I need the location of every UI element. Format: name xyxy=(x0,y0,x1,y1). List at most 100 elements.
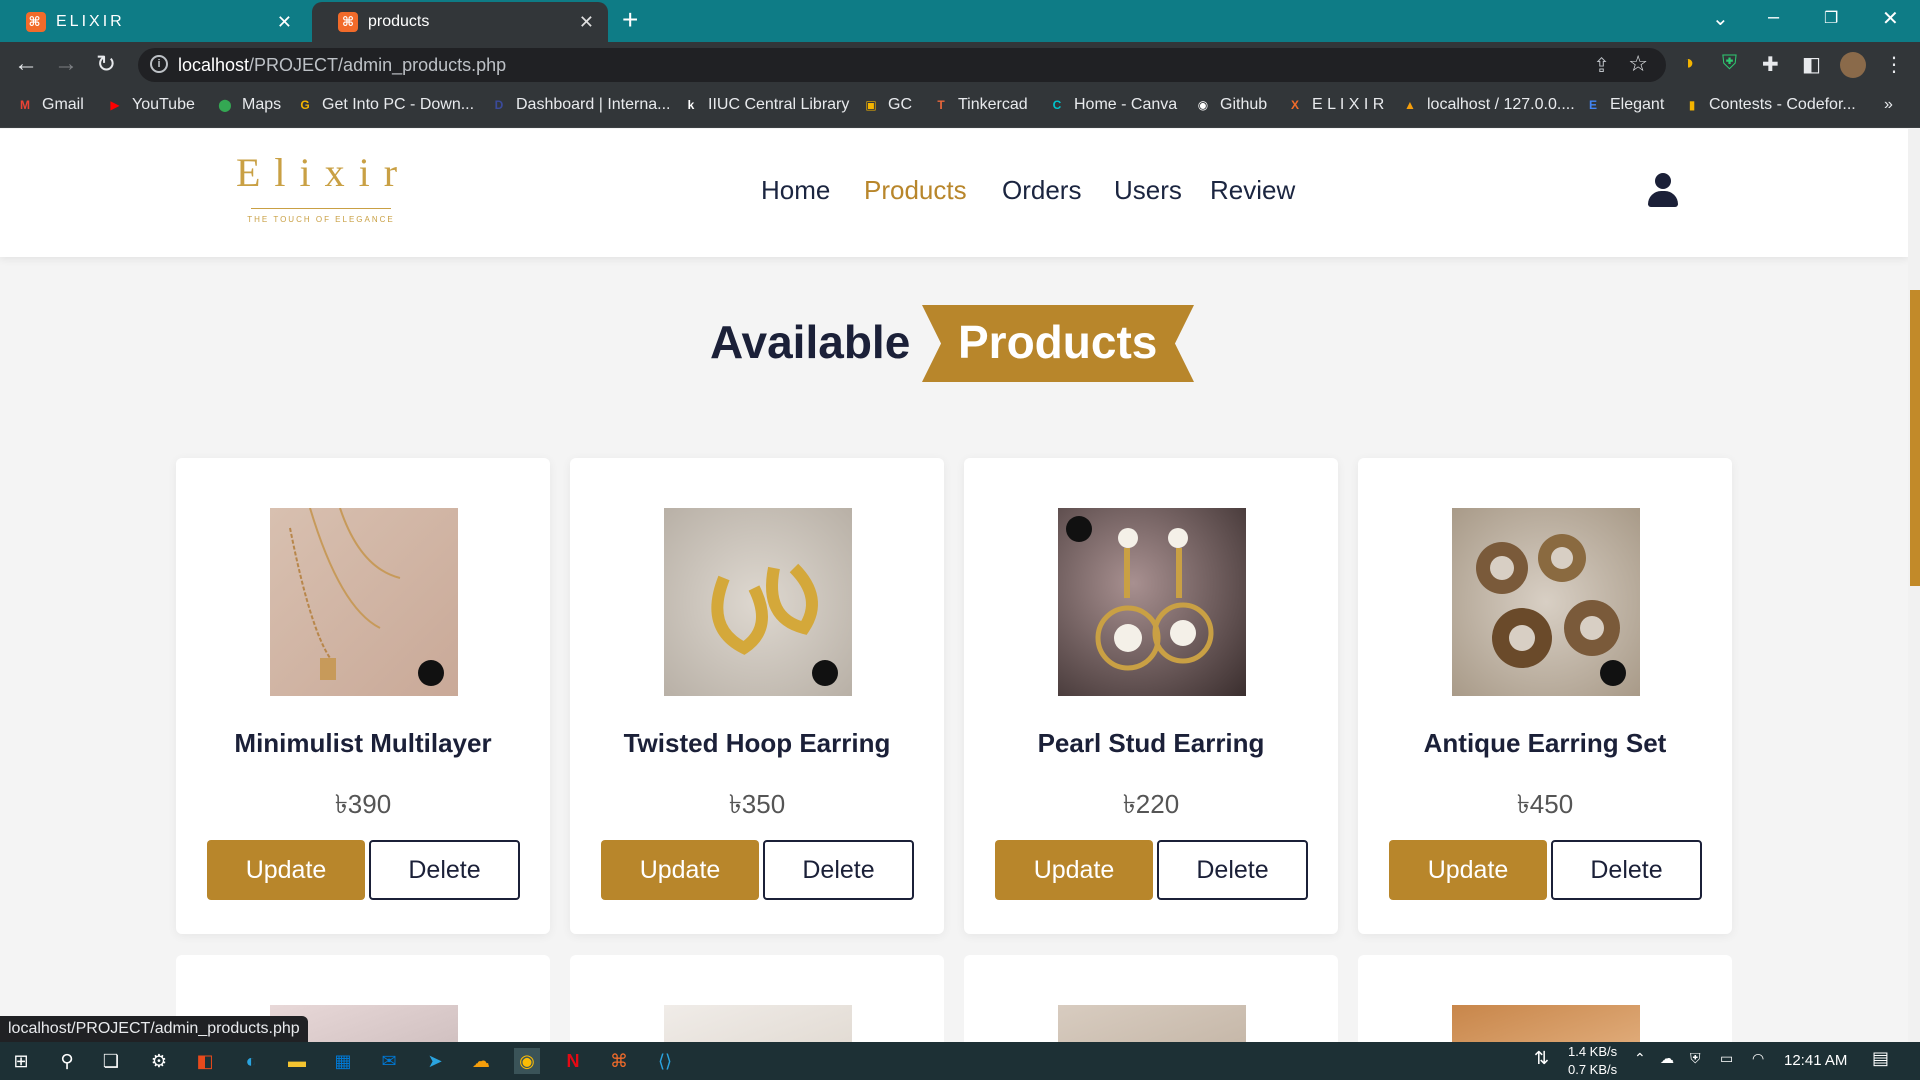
new-tab-icon[interactable]: + xyxy=(622,4,638,36)
nav-home[interactable]: Home xyxy=(761,175,830,206)
bookmark-label: localhost / 127.0.0.... xyxy=(1427,96,1575,113)
windows-taskbar: ⊞ ⚲ ❏ ⚙ ◧ ◐ ▬ ▦ ✉ ➤ ☁ ◉ N ⌘ ⟨⟩ ⇅ 1.4 KB/… xyxy=(0,1042,1920,1080)
reload-icon[interactable]: ↻ xyxy=(96,50,116,79)
site-info-icon[interactable]: i xyxy=(150,55,168,73)
bookmark-item[interactable]: M Gmail xyxy=(16,96,84,114)
search-icon[interactable]: ⚲ xyxy=(54,1048,80,1074)
user-icon[interactable] xyxy=(1648,173,1678,207)
nav-review[interactable]: Review xyxy=(1210,175,1295,206)
product-image xyxy=(1058,1005,1246,1042)
bookmark-item[interactable]: ◉ Github xyxy=(1194,96,1267,114)
share-icon[interactable]: ⇪ xyxy=(1593,53,1610,78)
clock[interactable]: 12:41 AM xyxy=(1784,1052,1847,1069)
wifi-icon[interactable]: ◠ xyxy=(1752,1050,1764,1067)
show-hidden-icon[interactable]: ⌃ xyxy=(1634,1050,1646,1067)
close-icon[interactable]: ✕ xyxy=(277,12,292,33)
bookmark-favicon-icon: ◉ xyxy=(1197,98,1209,112)
back-icon[interactable]: ← xyxy=(14,50,38,78)
address-bar[interactable]: i localhost/PROJECT/admin_products.php ⇪… xyxy=(138,48,1666,82)
edge-icon[interactable]: ◐ xyxy=(238,1048,264,1074)
scrollbar-thumb[interactable] xyxy=(1910,290,1920,586)
bookmark-item[interactable]: D Dashboard | Interna... xyxy=(490,96,671,114)
site-header: Elixir THE TOUCH OF ELEGANCE Home Produc… xyxy=(0,129,1908,257)
product-price: ৳350 xyxy=(728,789,786,819)
product-card: Minimulist Multilayer ৳390 Update Delete xyxy=(176,458,550,934)
nav-orders[interactable]: Orders xyxy=(1002,175,1081,206)
bookmark-label: Maps xyxy=(242,96,282,113)
brand-badge xyxy=(1066,516,1092,542)
shield-icon[interactable]: ⛨ xyxy=(1722,52,1737,75)
onedrive-icon[interactable]: ☁ xyxy=(1660,1050,1674,1067)
bookmark-favicon-icon: G xyxy=(300,98,310,112)
office-icon[interactable]: ◧ xyxy=(192,1048,218,1074)
bookmark-item[interactable]: k IIUC Central Library xyxy=(682,96,850,114)
bookmark-item[interactable]: E Elegant xyxy=(1584,96,1664,114)
delete-button[interactable]: Delete xyxy=(763,840,914,900)
delete-button[interactable]: Delete xyxy=(1551,840,1702,900)
nav-users[interactable]: Users xyxy=(1114,175,1182,206)
file-explorer-icon[interactable]: ▬ xyxy=(284,1048,310,1074)
update-button[interactable]: Update xyxy=(207,840,365,900)
product-name: Minimulist Multilayer xyxy=(234,728,492,758)
task-view-icon[interactable]: ❏ xyxy=(98,1048,124,1074)
close-icon[interactable]: ✕ xyxy=(579,12,594,33)
bookmark-favicon-icon: E xyxy=(1588,98,1597,112)
update-button[interactable]: Update xyxy=(995,840,1153,900)
section-heading: Available Products xyxy=(0,305,1908,385)
vscode-icon[interactable]: ⟨⟩ xyxy=(652,1048,678,1074)
settings-icon[interactable]: ⚙ xyxy=(146,1048,172,1074)
delete-button[interactable]: Delete xyxy=(369,840,520,900)
update-button[interactable]: Update xyxy=(1389,840,1547,900)
update-button[interactable]: Update xyxy=(601,840,759,900)
windows-start-icon[interactable]: ⊞ xyxy=(8,1048,34,1074)
net-up: 0.7 KB/s xyxy=(1568,1062,1618,1077)
bookmark-item[interactable]: ▲ localhost / 127.0.0.... xyxy=(1401,96,1575,114)
bookmarks-overflow-icon[interactable]: » xyxy=(1884,96,1893,114)
puzzle-icon[interactable]: ✚ xyxy=(1762,52,1779,77)
heading-products: Products xyxy=(958,316,1158,368)
bookmark-favicon-icon: ▶ xyxy=(110,98,120,112)
nav-products[interactable]: Products xyxy=(864,175,967,206)
profile-avatar[interactable] xyxy=(1840,52,1866,78)
forward-icon[interactable]: → xyxy=(54,50,78,78)
tab-products[interactable]: ⌘ products ✕ xyxy=(312,2,608,42)
tab-elixir[interactable]: ⌘ ELIXIR ✕ xyxy=(0,2,306,42)
netflix-icon[interactable]: N xyxy=(560,1048,586,1074)
bookmark-item[interactable]: ▶ YouTube xyxy=(106,96,195,114)
battery-icon[interactable]: ▭ xyxy=(1720,1050,1733,1067)
xampp-icon[interactable]: ⌘ xyxy=(606,1048,632,1074)
notifications-icon[interactable]: ▤ xyxy=(1872,1048,1889,1069)
heading-available: Available xyxy=(710,316,911,368)
telegram-icon[interactable]: ➤ xyxy=(422,1048,448,1074)
defender-icon[interactable]: ⛨ xyxy=(1690,1050,1701,1067)
extension-icon[interactable]: ◑ xyxy=(1682,52,1694,75)
bookmark-item[interactable]: ▮ Contests - Codefor... xyxy=(1683,96,1856,114)
bookmark-item[interactable]: G Get Into PC - Down... xyxy=(296,96,474,114)
bookmark-item[interactable]: ▣ GC xyxy=(862,96,912,114)
product-name: Twisted Hoop Earring xyxy=(623,728,891,758)
cloud-icon[interactable]: ☁ xyxy=(468,1048,494,1074)
sidepanel-icon[interactable]: ◧ xyxy=(1802,52,1821,77)
mail-icon[interactable]: ✉ xyxy=(376,1048,402,1074)
url-text[interactable]: localhost/PROJECT/admin_products.php xyxy=(178,55,506,76)
bookmark-item[interactable]: T Tinkercad xyxy=(932,96,1027,114)
tab-search-icon[interactable]: ⌄ xyxy=(1712,6,1729,31)
product-card xyxy=(570,955,944,1042)
browser-toolbar: ← → ↻ i localhost/PROJECT/admin_products… xyxy=(0,42,1920,88)
bookmark-label: Gmail xyxy=(42,96,84,113)
close-window-icon[interactable]: ✕ xyxy=(1882,6,1899,31)
chrome-icon[interactable]: ◉ xyxy=(514,1048,540,1074)
bookmark-item[interactable]: ⬤ Maps xyxy=(216,96,281,114)
elixir-logo[interactable]: Elixir THE TOUCH OF ELEGANCE xyxy=(236,151,406,231)
bookmark-item[interactable]: C Home - Canva xyxy=(1048,96,1178,114)
restore-icon[interactable]: ❐ xyxy=(1824,8,1838,28)
bookmark-label: Elegant xyxy=(1610,96,1665,113)
bookmark-label: Dashboard | Interna... xyxy=(516,96,671,113)
menu-icon[interactable]: ⋮ xyxy=(1884,52,1904,77)
store-icon[interactable]: ▦ xyxy=(330,1048,356,1074)
bookmark-item[interactable]: XE L I X I R xyxy=(1286,96,1384,114)
delete-button[interactable]: Delete xyxy=(1157,840,1308,900)
bookmark-star-icon[interactable]: ☆ xyxy=(1628,51,1648,77)
product-card: Pearl Stud Earring ৳220 Update Delete xyxy=(964,458,1338,934)
minimize-icon[interactable]: – xyxy=(1768,6,1779,29)
